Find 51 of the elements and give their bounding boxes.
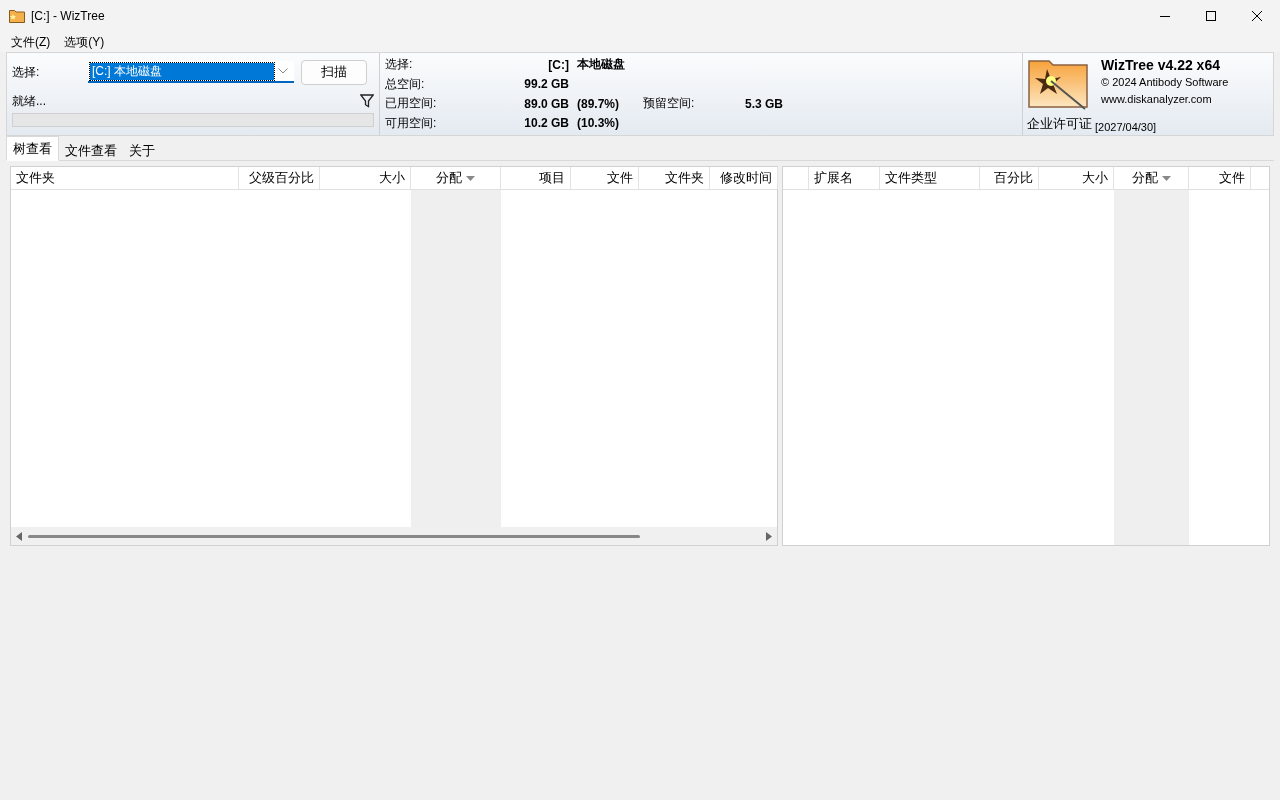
tab[interactable]: 文件查看: [59, 139, 123, 161]
filter-icon[interactable]: [360, 94, 374, 108]
window-title: [C:] - WizTree: [31, 9, 105, 23]
column-header[interactable]: 文件夹: [11, 167, 239, 189]
maximize-icon: [1206, 11, 1216, 21]
app-title: WizTree v4.22 x64: [1101, 57, 1221, 73]
scroll-right-icon[interactable]: [766, 531, 772, 541]
column-header[interactable]: 大小: [1039, 167, 1114, 189]
menu-item[interactable]: 选项(Y): [57, 33, 112, 51]
scan-button[interactable]: 扫描: [301, 59, 367, 85]
column-header[interactable]: 修改时间: [710, 167, 778, 189]
column-header[interactable]: 分配: [411, 167, 501, 189]
scroll-left-icon[interactable]: [16, 531, 22, 541]
info-label: 总空间:: [385, 75, 426, 93]
license-text: 企业许可证: [1027, 115, 1092, 133]
info-label: 可用空间:: [385, 114, 438, 132]
drive-dropdown[interactable]: [C:] 本地磁盘: [88, 61, 294, 83]
percent-value: (89.7%): [576, 96, 621, 111]
column-header[interactable]: 文件: [571, 167, 639, 189]
scrollbar-thumb[interactable]: [28, 534, 640, 538]
close-icon: [1252, 11, 1262, 21]
chevron-down-icon: [278, 68, 288, 74]
info-label: 已用空间:: [385, 95, 438, 113]
select-label: 选择:: [385, 56, 414, 74]
column-header[interactable]: 父级百分比: [239, 167, 320, 189]
column-header[interactable]: 文件夹: [639, 167, 710, 189]
drive-name: 本地磁盘: [576, 56, 626, 74]
copyright-text: © 2024 Antibody Software: [1101, 75, 1230, 88]
column-header[interactable]: 百分比: [980, 167, 1039, 189]
horizontal-scrollbar[interactable]: [11, 527, 777, 545]
column-header[interactable]: 大小: [320, 167, 411, 189]
tab[interactable]: 树查看: [6, 136, 59, 161]
status-text: 就绪...: [12, 92, 46, 110]
column-header[interactable]: 扩展名: [809, 167, 880, 189]
info-value: 99.2 GB: [523, 77, 569, 92]
info-value: 5.3 GB: [744, 96, 783, 111]
tab[interactable]: 关于: [123, 139, 161, 161]
column-header[interactable]: 项目: [501, 167, 571, 189]
percent-value: (10.3%): [576, 116, 621, 131]
info-label: 预留空间:: [642, 95, 696, 113]
select-label: 选择:: [12, 63, 41, 81]
info-value: 89.0 GB: [523, 96, 569, 111]
column-header[interactable]: 文件: [1189, 167, 1251, 189]
drive-letter: [C:]: [547, 57, 569, 72]
column-header[interactable]: 分配: [1114, 167, 1189, 189]
column-header[interactable]: 文件类型: [880, 167, 980, 189]
website-text: www.diskanalyzer.com: [1101, 92, 1213, 105]
menu-item[interactable]: 文件(Z): [4, 33, 58, 51]
folder-icon: [9, 9, 25, 23]
license-date: [2027/04/30]: [1095, 121, 1157, 133]
info-value: 10.2 GB: [523, 116, 569, 131]
